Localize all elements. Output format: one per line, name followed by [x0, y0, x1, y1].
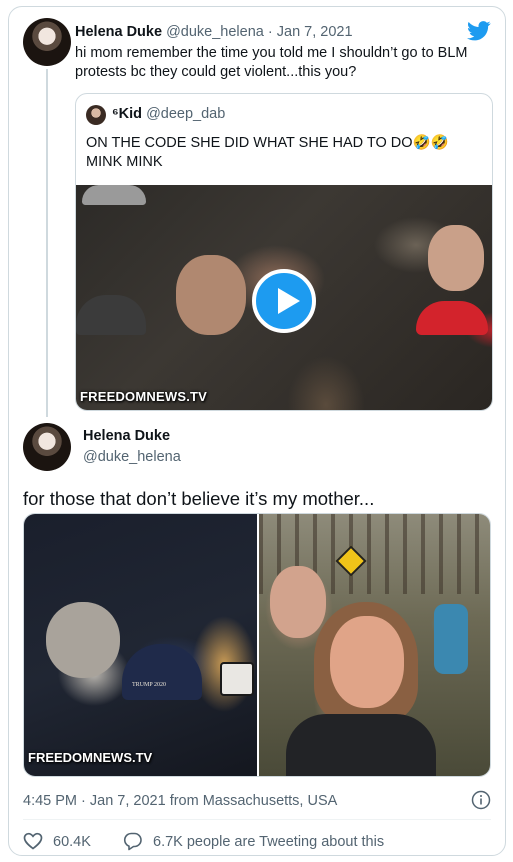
- heart-icon[interactable]: [23, 832, 43, 850]
- quoted-tweet[interactable]: ⁶Kid @deep_dab ON THE CODE SHE DID WHAT …: [75, 93, 493, 411]
- photo-figure: [270, 566, 326, 638]
- tweet-image-left[interactable]: TRUMP 2020 FREEDOMNEWS.TV: [24, 514, 257, 776]
- thread-connector: [46, 69, 48, 417]
- quoted-header: ⁶Kid @deep_dab: [112, 106, 225, 122]
- quoted-text-line-1: ON THE CODE SHE DID WHAT SHE HAD TO DO🤣🤣: [86, 135, 449, 151]
- photo-phone: [220, 662, 254, 696]
- tweet-images: TRUMP 2020 FREEDOMNEWS.TV: [23, 513, 491, 777]
- photo-figure: [286, 714, 436, 776]
- like-count[interactable]: 60.4K: [53, 834, 91, 850]
- twitter-bird-icon[interactable]: [467, 21, 491, 41]
- cap-text: TRUMP 2020: [132, 682, 166, 688]
- avatar[interactable]: [23, 423, 71, 471]
- tweet-timestamp[interactable]: 4:45 PM · Jan 7, 2021 from Massachusetts…: [23, 793, 337, 809]
- author-name[interactable]: Helena Duke: [83, 428, 170, 444]
- tweet-header: Helena Duke @duke_helena · Jan 7, 2021: [75, 24, 353, 40]
- avatar[interactable]: [23, 18, 71, 66]
- video-figure: [176, 255, 246, 335]
- photo-figure: [330, 616, 404, 708]
- video-figure: [428, 225, 484, 291]
- separator-dot: ·: [263, 24, 277, 40]
- author-handle[interactable]: @duke_helena: [166, 24, 264, 40]
- video-figure: [82, 185, 146, 205]
- tweet-card: Helena Duke @duke_helena · Jan 7, 2021 h…: [8, 6, 506, 856]
- divider: [23, 819, 491, 820]
- tweet-date[interactable]: Jan 7, 2021: [277, 24, 353, 40]
- video-watermark: FREEDOMNEWS.TV: [80, 389, 208, 404]
- play-icon[interactable]: [252, 269, 316, 333]
- image-watermark: FREEDOMNEWS.TV: [28, 750, 153, 765]
- photo-figure: [46, 602, 120, 678]
- video-figure: [416, 301, 488, 335]
- conversation-count[interactable]: 6.7K people are Tweeting about this: [153, 834, 384, 850]
- quoted-text-line-2: MINK MINK: [86, 154, 163, 170]
- info-icon[interactable]: [471, 790, 491, 810]
- photo-figure: [434, 604, 468, 674]
- quoted-avatar: [86, 105, 106, 125]
- quoted-video[interactable]: FREEDOMNEWS.TV: [76, 185, 492, 410]
- quoted-author-handle: @deep_dab: [146, 106, 226, 122]
- tweet-text: for those that don’t believe it’s my mot…: [23, 488, 375, 509]
- quoted-author-name: ⁶Kid: [112, 106, 143, 122]
- author-handle[interactable]: @duke_helena: [83, 449, 181, 465]
- speech-bubble-icon[interactable]: [123, 831, 143, 851]
- video-figure: [76, 295, 146, 335]
- photo-figure: [122, 644, 202, 700]
- tweet-text: hi mom remember the time you told me I s…: [75, 45, 468, 80]
- quoted-text: ON THE CODE SHE DID WHAT SHE HAD TO DO🤣🤣…: [86, 134, 486, 172]
- author-name[interactable]: Helena Duke: [75, 24, 162, 40]
